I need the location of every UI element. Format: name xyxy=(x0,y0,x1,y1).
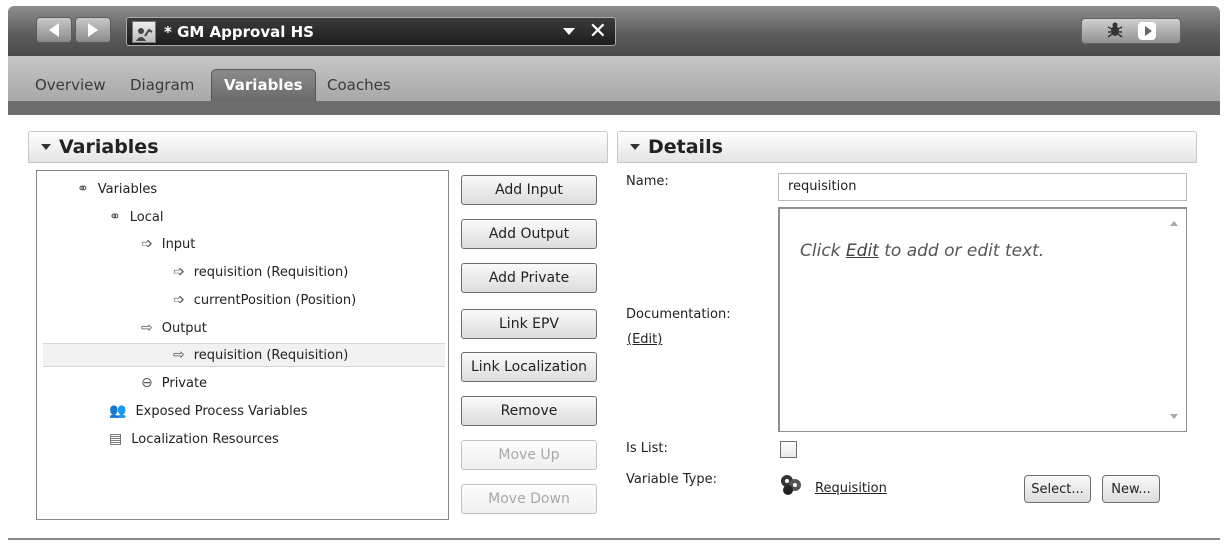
run-play-icon[interactable] xyxy=(1138,22,1156,40)
documentation-placeholder: Click Edit to add or edit text. xyxy=(800,241,1045,261)
editor-tabs: Overview Diagram Variables Coaches xyxy=(8,56,1220,101)
is-list-checkbox[interactable] xyxy=(780,441,797,458)
tree-item-label: Variables xyxy=(97,181,158,197)
tree-item-label: Private xyxy=(161,375,208,391)
back-arrow-icon xyxy=(49,23,59,37)
output-arrow-icon: ⇨ xyxy=(141,320,153,336)
tree-item-label: requisition (Requisition) xyxy=(193,264,349,280)
add-input-button[interactable]: Add Input xyxy=(461,175,597,205)
close-icon[interactable]: ✕ xyxy=(589,20,607,43)
scroll-down-icon[interactable] xyxy=(1170,414,1178,419)
tree-item-output-requisition[interactable]: ⇨ requisition (Requisition) xyxy=(173,345,348,365)
forward-button[interactable] xyxy=(75,17,111,43)
document-selector[interactable]: * GM Approval HS ✕ xyxy=(126,17,616,46)
variables-tree[interactable]: ⚭ Variables ⚭ Local ➩ Input ➩ requisitio… xyxy=(36,170,449,520)
tab-variables[interactable]: Variables xyxy=(211,69,316,101)
tree-item-label: Localization Resources xyxy=(131,431,279,447)
tab-coaches[interactable]: Coaches xyxy=(327,76,391,94)
move-down-button[interactable]: Move Down xyxy=(461,484,597,514)
remove-button[interactable]: Remove xyxy=(461,396,597,426)
details-section-header[interactable]: Details xyxy=(617,131,1197,163)
tree-item-input[interactable]: ➩ Input xyxy=(141,234,195,254)
dropdown-arrow-icon[interactable] xyxy=(562,28,575,35)
variables-section-title: Variables xyxy=(59,136,159,158)
tree-item-label: requisition (Requisition) xyxy=(193,347,349,363)
tree-item-label: currentPosition (Position) xyxy=(193,292,357,308)
input-arrow-icon: ➩ xyxy=(173,292,185,308)
collapse-caret-icon[interactable] xyxy=(630,144,640,150)
tree-item-label: Output xyxy=(161,320,207,336)
business-object-icon xyxy=(778,474,804,500)
back-button[interactable] xyxy=(36,17,72,43)
tree-item-variables[interactable]: ⚭ Variables xyxy=(77,179,157,199)
variables-group-icon: ⚭ xyxy=(109,209,121,225)
add-private-button[interactable]: Add Private xyxy=(461,263,597,293)
input-arrow-icon: ➩ xyxy=(141,236,153,252)
move-up-button[interactable]: Move Up xyxy=(461,440,597,470)
variables-section-header[interactable]: Variables xyxy=(28,131,608,163)
tab-diagram[interactable]: Diagram xyxy=(130,76,194,94)
edit-inline-link[interactable]: Edit xyxy=(846,241,879,261)
tree-item-label: Input xyxy=(161,236,196,252)
tree-item-input-requisition[interactable]: ➩ requisition (Requisition) xyxy=(173,262,348,282)
forward-arrow-icon xyxy=(88,23,98,37)
new-type-button[interactable]: New... xyxy=(1102,475,1160,503)
is-list-label: Is List: xyxy=(626,441,668,456)
tree-item-output[interactable]: ⇨ Output xyxy=(141,318,207,338)
private-icon: ⊖ xyxy=(141,375,153,391)
exposed-vars-icon: 👥 xyxy=(109,403,127,419)
tree-item-input-currentposition[interactable]: ➩ currentPosition (Position) xyxy=(173,290,356,310)
localization-icon: ▤ xyxy=(109,431,123,447)
history-nav xyxy=(36,17,111,43)
link-epv-button[interactable]: Link EPV xyxy=(461,309,597,339)
collapse-caret-icon[interactable] xyxy=(41,144,51,150)
human-service-icon xyxy=(132,20,156,43)
output-arrow-icon: ⇨ xyxy=(173,347,185,363)
person-chart-icon xyxy=(136,27,153,41)
variables-group-icon: ⚭ xyxy=(77,181,89,197)
variable-type-link[interactable]: Requisition xyxy=(815,481,887,496)
tree-item-exposed-process-variables[interactable]: 👥 Exposed Process Variables xyxy=(109,401,308,421)
run-tools xyxy=(1081,18,1181,44)
name-field[interactable]: requisition xyxy=(778,173,1187,201)
tree-item-label: Local xyxy=(129,209,164,225)
debug-bug-icon[interactable] xyxy=(1106,21,1124,42)
documentation-area[interactable]: Click Edit to add or edit text. xyxy=(778,207,1187,432)
tab-overview[interactable]: Overview xyxy=(35,76,106,94)
name-label: Name: xyxy=(626,174,669,189)
tree-item-localization-resources[interactable]: ▤ Localization Resources xyxy=(109,429,279,449)
tree-item-private[interactable]: ⊖ Private xyxy=(141,373,207,393)
documentation-label: Documentation: xyxy=(626,307,731,322)
link-localization-button[interactable]: Link Localization xyxy=(461,352,597,382)
scroll-up-icon[interactable] xyxy=(1170,221,1178,226)
tab-underline-bar xyxy=(8,101,1220,115)
tree-item-label: Exposed Process Variables xyxy=(135,403,308,419)
editor-title-bar: * GM Approval HS ✕ xyxy=(8,6,1220,56)
select-type-button[interactable]: Select... xyxy=(1024,475,1091,503)
add-output-button[interactable]: Add Output xyxy=(461,219,597,249)
tree-item-local[interactable]: ⚭ Local xyxy=(109,207,163,227)
details-section-title: Details xyxy=(648,136,723,158)
documentation-edit-link[interactable]: (Edit) xyxy=(627,332,662,347)
document-title: * GM Approval HS xyxy=(164,22,314,41)
variable-type-label: Variable Type: xyxy=(626,472,718,487)
input-arrow-icon: ➩ xyxy=(173,264,185,280)
